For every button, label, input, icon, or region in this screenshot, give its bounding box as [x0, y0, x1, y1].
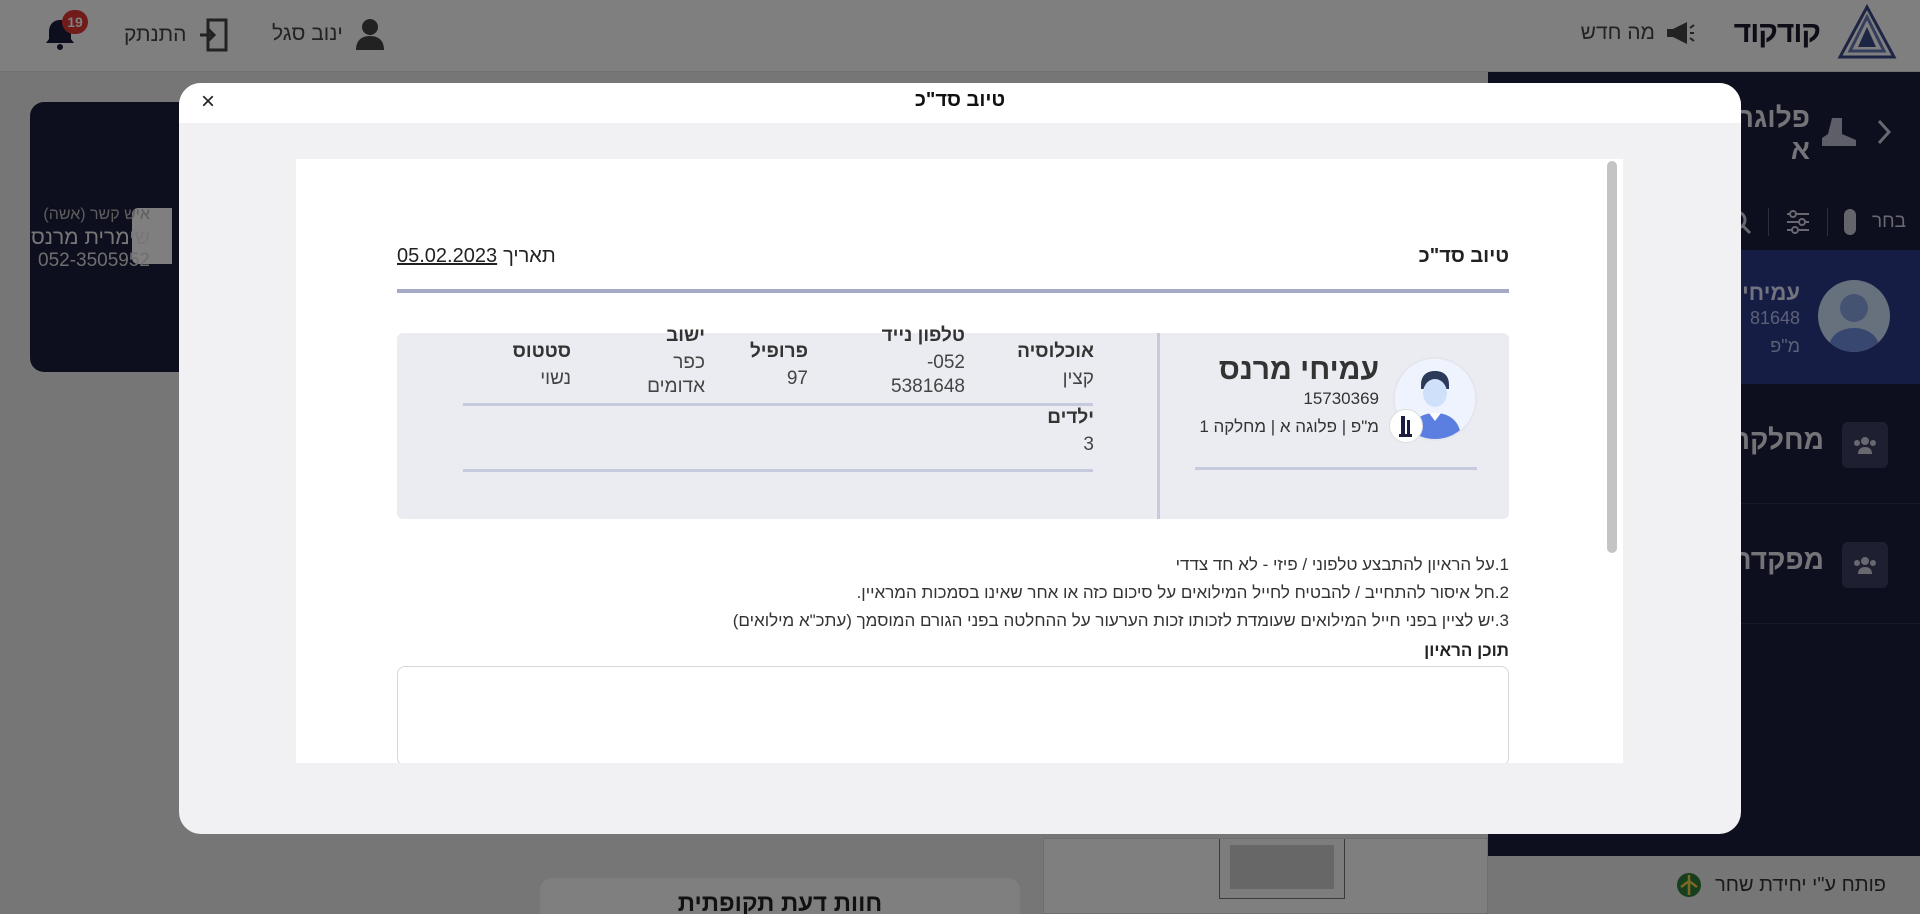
close-icon[interactable]: ×: [193, 87, 223, 117]
population-field: אוכלוסיה קצין: [1017, 341, 1094, 395]
children-label: ילדים: [1047, 407, 1094, 428]
document-header: טיוב סד"כ תאריך 05.02.2023: [397, 245, 1509, 273]
status-value: נשוי: [540, 368, 571, 389]
settlement-value-line2: אדומים: [647, 376, 705, 397]
person-id-number: 15730369: [1303, 389, 1379, 408]
settlement-field: ישוב כפר אדומים: [647, 325, 705, 403]
profile-divider: [1157, 333, 1160, 519]
fields-divider: [463, 403, 1093, 406]
profile-value: 97: [786, 368, 808, 389]
mobile-phone-value-line2: 5381648: [891, 376, 965, 397]
children-field: ילדים 3: [1047, 407, 1094, 461]
document-date: תאריך 05.02.2023: [397, 245, 556, 268]
modal-title: טיוב סד"כ: [914, 89, 1006, 111]
interview-rules: 1.על הראיון להתבצע טלפוני / פיזי - לא חד…: [397, 551, 1509, 635]
population-value: קצין: [1062, 368, 1094, 389]
status-label: סטטוס: [512, 341, 571, 362]
person-unit-path: מ"פ | פלוגה א | מחלקה 1: [1199, 417, 1379, 436]
document-page: טיוב סד"כ תאריך 05.02.2023 עמיחי מרנס 15…: [296, 159, 1623, 763]
officer-badge-icon: [1389, 409, 1423, 443]
modal-dialog: טיוב סד"כ × טיוב סד"כ תאריך 05.02.2023 ע…: [179, 83, 1741, 834]
profile-label: פרופיל: [749, 341, 808, 362]
interview-content-label: תוכן הראיון: [1424, 641, 1509, 660]
document-title: טיוב סד"כ: [1418, 245, 1509, 267]
settlement-label: ישוב: [666, 325, 705, 346]
mobile-phone-field: טלפון נייד 052- 5381648: [882, 325, 965, 403]
profile-underline: [1195, 467, 1477, 470]
status-field: סטטוס נשוי: [513, 341, 571, 395]
children-value: 3: [1083, 434, 1094, 455]
person-name: עמיחי מרנס: [1218, 353, 1379, 386]
mobile-phone-label: טלפון נייד: [881, 325, 965, 346]
date-value[interactable]: 05.02.2023: [397, 245, 497, 268]
date-label: תאריך: [503, 245, 556, 267]
rule-item: 1.על הראיון להתבצע טלפוני / פיזי - לא חד…: [1175, 555, 1509, 574]
interview-content-textarea[interactable]: [397, 666, 1509, 763]
profile-summary: עמיחי מרנס 15730369 מ"פ | פלוגה א | מחלק…: [397, 325, 1509, 519]
rule-item: 2.חל איסור להתחייב / להבטיח לחייל המילוא…: [856, 583, 1509, 602]
scrollbar[interactable]: [1607, 161, 1617, 553]
profile-field: פרופיל 97: [750, 341, 808, 395]
population-label: אוכלוסיה: [1017, 341, 1094, 362]
rule-item: 3.יש לציין בפני חייל המילואים שעומדת לזכ…: [732, 611, 1509, 630]
header-divider: [397, 289, 1509, 293]
modal-header: טיוב סד"כ ×: [179, 83, 1741, 123]
fields-divider: [463, 469, 1093, 472]
